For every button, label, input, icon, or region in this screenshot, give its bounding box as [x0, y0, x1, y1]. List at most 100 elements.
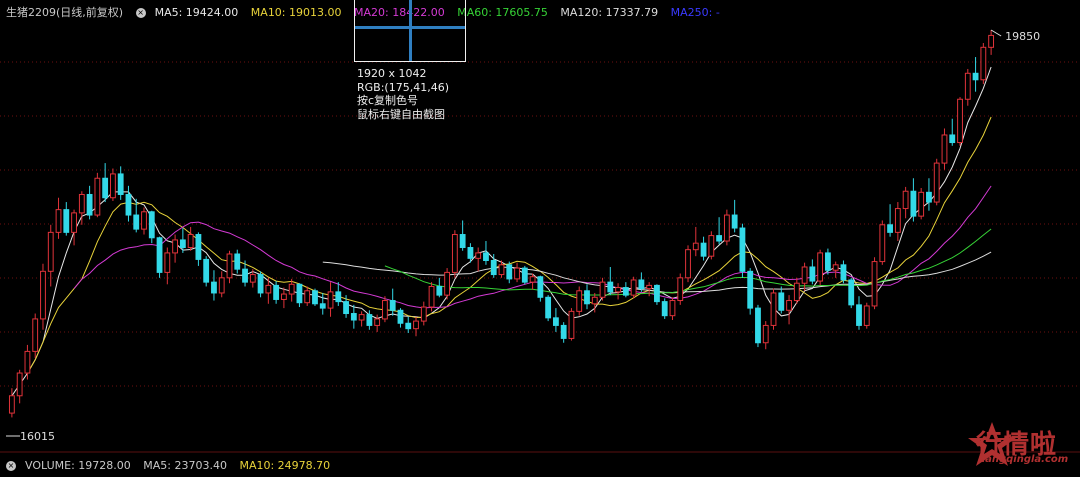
candle — [926, 178, 932, 211]
candle — [483, 241, 489, 265]
candle — [910, 178, 917, 222]
candle-body-up — [498, 264, 505, 276]
candle — [576, 286, 583, 316]
candle-body-up — [902, 190, 909, 210]
candle — [692, 226, 699, 257]
candle-body-down — [343, 301, 349, 315]
candle-body-down — [972, 72, 979, 81]
indicator-toggle-icon[interactable]: × — [135, 8, 146, 18]
candle-body-up — [801, 266, 808, 284]
free-capture-hint: 鼠标右键自由截图 — [357, 107, 445, 121]
volume-value: VOLUME: 19728.00 — [25, 459, 131, 472]
candle — [172, 234, 178, 263]
candle-body-down — [700, 242, 707, 257]
candle-body-up — [723, 214, 730, 242]
candle — [607, 266, 614, 296]
candle — [856, 296, 862, 330]
ma5-value: MA5: 19424.00 — [154, 6, 239, 19]
candle-body-down — [809, 266, 816, 282]
candle — [226, 250, 233, 284]
candle — [55, 197, 62, 239]
candle — [654, 284, 660, 305]
candle-body-up — [677, 277, 684, 302]
candle — [560, 322, 567, 343]
candle — [257, 271, 264, 298]
candle-body-up — [420, 306, 427, 322]
candle — [521, 265, 528, 285]
candle-body-up — [94, 177, 101, 216]
candlestick-chart[interactable]: 19850 16015 — [0, 0, 1080, 477]
candle — [156, 236, 163, 278]
candle — [296, 283, 303, 308]
candle — [86, 185, 93, 220]
candle-body-down — [405, 322, 412, 330]
candle-body-down — [312, 290, 318, 305]
candle-body-down — [747, 270, 754, 309]
candle-body-down — [459, 234, 466, 249]
candle — [801, 262, 808, 291]
volume-ma5-value: MA5: 23703.40 — [143, 459, 227, 472]
candle — [514, 262, 520, 283]
candle-body-down — [234, 253, 241, 270]
candle-body-down — [242, 268, 248, 283]
candle-body-up — [879, 224, 886, 263]
candle-body-up — [141, 211, 147, 230]
candle — [444, 268, 451, 300]
candle — [327, 282, 334, 317]
candle-body-down — [731, 214, 738, 229]
candle — [584, 284, 590, 310]
volume-toggle-icon[interactable]: × — [6, 461, 16, 471]
candle-body-down — [856, 304, 862, 326]
candle — [568, 308, 575, 341]
candle-body-up — [358, 314, 365, 321]
pixel-rgb: RGB:(175,41,46) — [357, 80, 449, 94]
candle-body-up — [669, 300, 676, 317]
capture-size: 1920 x 1042 — [357, 67, 427, 80]
candle-body-down — [63, 209, 70, 233]
candle-body-up — [685, 249, 691, 279]
candle-body-down — [156, 237, 163, 273]
copy-color-hint: 按c复制色号 — [357, 94, 419, 107]
candle-body-down — [584, 290, 590, 305]
watermark-url: hangqingla.com — [978, 454, 1069, 465]
candle-body-up — [630, 279, 637, 296]
candle — [871, 257, 878, 310]
candle — [405, 316, 412, 333]
crosshair-vertical — [409, 0, 412, 61]
candle — [941, 128, 948, 170]
candle — [203, 256, 210, 287]
candle-body-up — [47, 231, 54, 272]
candle-body-down — [622, 287, 629, 296]
ma10-value: MA10: 19013.00 — [250, 6, 342, 19]
candle — [677, 273, 684, 305]
candle-body-down — [887, 224, 893, 233]
candle-body-down — [211, 281, 217, 294]
candle — [840, 260, 847, 284]
candle-body-up — [16, 372, 23, 397]
candle-body-up — [762, 324, 769, 344]
candle-body-up — [55, 209, 62, 233]
candle-body-down — [397, 309, 404, 324]
candle-body-down — [195, 234, 202, 260]
candle-body-up — [692, 242, 699, 251]
candle — [708, 231, 715, 260]
candle — [319, 292, 326, 315]
candle — [420, 301, 427, 326]
screenshot-tooltip: 1920 x 1042 RGB:(175,41,46) 按c复制色号 鼠标右键自… — [357, 67, 449, 121]
candle — [24, 344, 31, 380]
candle — [879, 220, 886, 265]
candle-body-up — [24, 350, 31, 374]
candle-body-down — [716, 235, 723, 242]
candle-body-down — [117, 173, 124, 195]
candle — [716, 217, 723, 245]
candle — [817, 249, 824, 286]
candle-body-down — [148, 211, 155, 239]
candle — [622, 282, 629, 298]
candle-body-down — [366, 314, 373, 326]
candle — [957, 97, 963, 146]
candle — [273, 281, 280, 304]
candle — [972, 57, 979, 92]
candle-body-up — [964, 72, 971, 100]
candle-body-up — [786, 300, 792, 311]
candle — [436, 277, 443, 298]
